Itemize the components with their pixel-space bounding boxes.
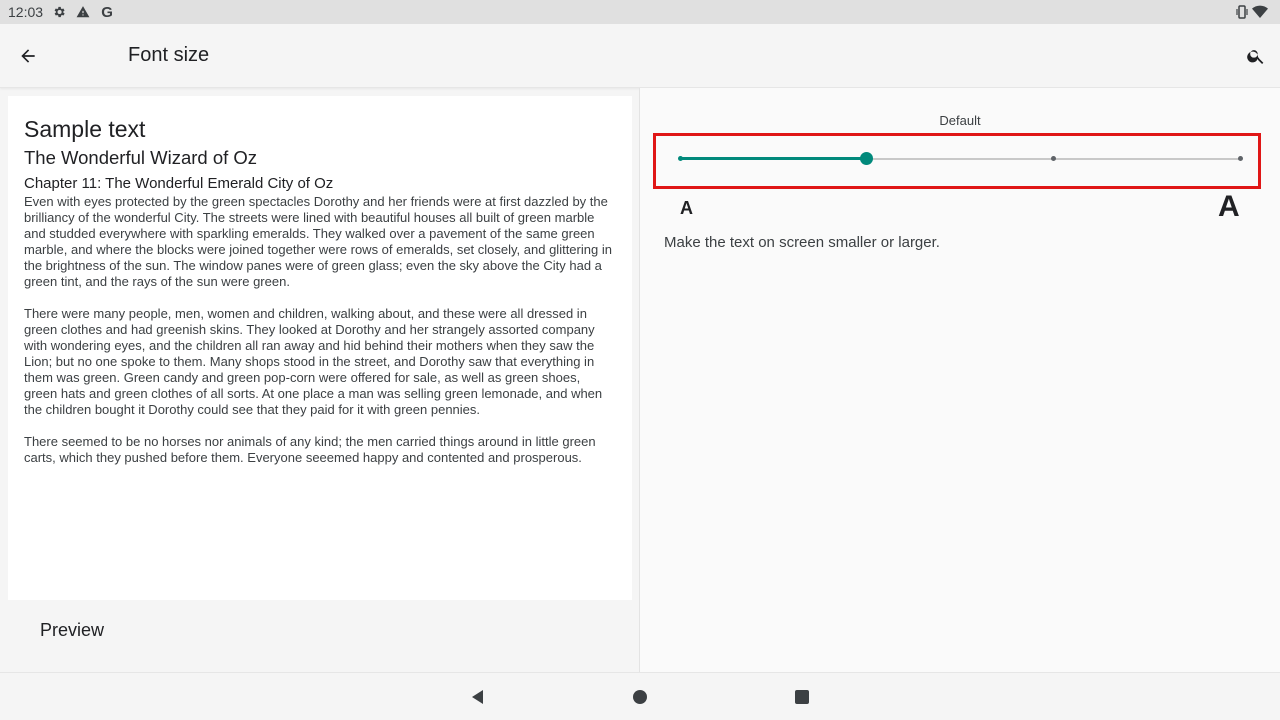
back-triangle-icon bbox=[472, 690, 483, 704]
page-title: Font size bbox=[128, 44, 210, 66]
nav-back-button[interactable] bbox=[466, 685, 490, 709]
recents-square-icon bbox=[795, 690, 809, 704]
preview-paragraph: There seemed to be no horses nor animals… bbox=[24, 434, 596, 465]
search-icon bbox=[1247, 50, 1264, 64]
preview-card: Sample text The Wonderful Wizard of Oz C… bbox=[8, 96, 632, 600]
nav-recents-button[interactable] bbox=[790, 685, 814, 709]
status-bar: 12:03 G bbox=[0, 0, 1280, 24]
arrow-back-icon bbox=[21, 49, 35, 63]
status-left: 12:03 G bbox=[8, 3, 115, 21]
large-font-icon: A bbox=[1218, 190, 1240, 223]
font-size-summary: Make the text on screen smaller or large… bbox=[664, 234, 940, 251]
slider-highlight-box bbox=[653, 133, 1261, 189]
chapter-title: Chapter 11: The Wonderful Emerald City o… bbox=[24, 175, 334, 192]
settings-icon bbox=[51, 4, 67, 20]
status-right bbox=[1234, 4, 1272, 20]
search-button[interactable] bbox=[1240, 40, 1272, 72]
small-font-icon: A bbox=[680, 198, 693, 218]
book-title: The Wonderful Wizard of Oz bbox=[24, 147, 258, 168]
preview-paragraph: Even with eyes protected by the green sp… bbox=[24, 194, 612, 289]
back-button[interactable] bbox=[12, 40, 44, 72]
nav-home-button[interactable] bbox=[628, 685, 652, 709]
wifi-icon bbox=[1252, 4, 1268, 20]
preview-label: Preview bbox=[40, 620, 105, 640]
font-size-slider-tick bbox=[1237, 156, 1243, 161]
navigation-bar bbox=[0, 672, 1280, 720]
warning-icon bbox=[75, 4, 91, 20]
google-icon: G bbox=[101, 3, 113, 21]
font-size-slider-tick bbox=[677, 156, 683, 161]
font-size-slider-active-track bbox=[680, 157, 867, 160]
vibrate-icon bbox=[1234, 4, 1250, 20]
home-circle-icon bbox=[633, 690, 647, 704]
font-size-slider-tick bbox=[1050, 156, 1056, 161]
preview-paragraph: There were many people, men, women and c… bbox=[24, 306, 603, 417]
sample-heading: Sample text bbox=[24, 116, 146, 142]
font-size-current-label: Default bbox=[939, 113, 981, 128]
app-bar: Font size bbox=[0, 24, 1280, 88]
status-time: 12:03 bbox=[8, 4, 44, 20]
